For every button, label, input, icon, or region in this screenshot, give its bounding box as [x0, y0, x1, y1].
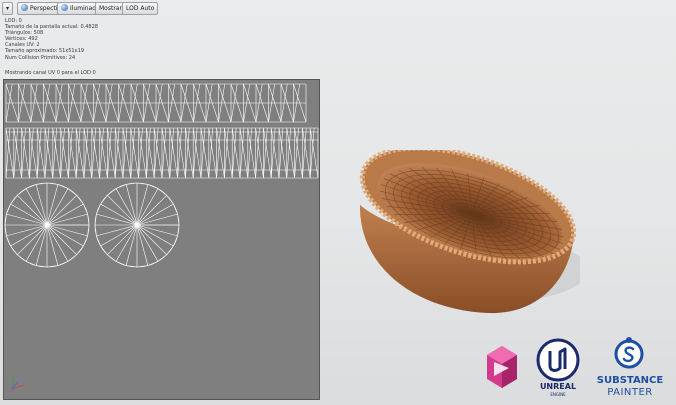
axis-gizmo-icon — [11, 376, 25, 390]
camera-icon — [21, 4, 28, 11]
stat-collision-primitives: Num Collision Primitives: 24 — [5, 54, 76, 61]
unreal-subtext: ENGINE — [550, 392, 566, 397]
uv-layout-panel[interactable] — [3, 79, 320, 400]
uv-channel-caption: Mostrando canal UV 0 para el LOD 0 — [5, 70, 96, 76]
painter-wordmark: PAINTER — [607, 387, 653, 398]
substance-wordmark: SUBSTANCE — [596, 375, 664, 386]
uv-wireframe — [4, 83, 319, 268]
substance-painter-logo-icon — [614, 337, 644, 369]
viewport-toolbar: ▾ Perspectiva Iluminado Mostrar LOD Auto — [0, 0, 676, 16]
unreal-engine-logo-icon — [536, 338, 580, 382]
chevron-down-icon: ▾ — [5, 5, 9, 12]
lit-sphere-icon — [61, 4, 68, 11]
unreal-wordmark: UNREAL — [539, 382, 577, 391]
viewport-menu-button[interactable]: ▾ — [2, 2, 13, 15]
logo-strip: UNREAL ENGINE SUBSTANCE PAINTER — [480, 336, 670, 402]
mesh-stats: LOD: 0 Tamaño de la pantalla actual: 0.4… — [5, 18, 98, 61]
lod-auto-button[interactable]: LOD Auto — [122, 2, 159, 15]
3d-cube-logo-icon — [487, 346, 517, 388]
basket-mesh-preview[interactable] — [348, 150, 580, 320]
